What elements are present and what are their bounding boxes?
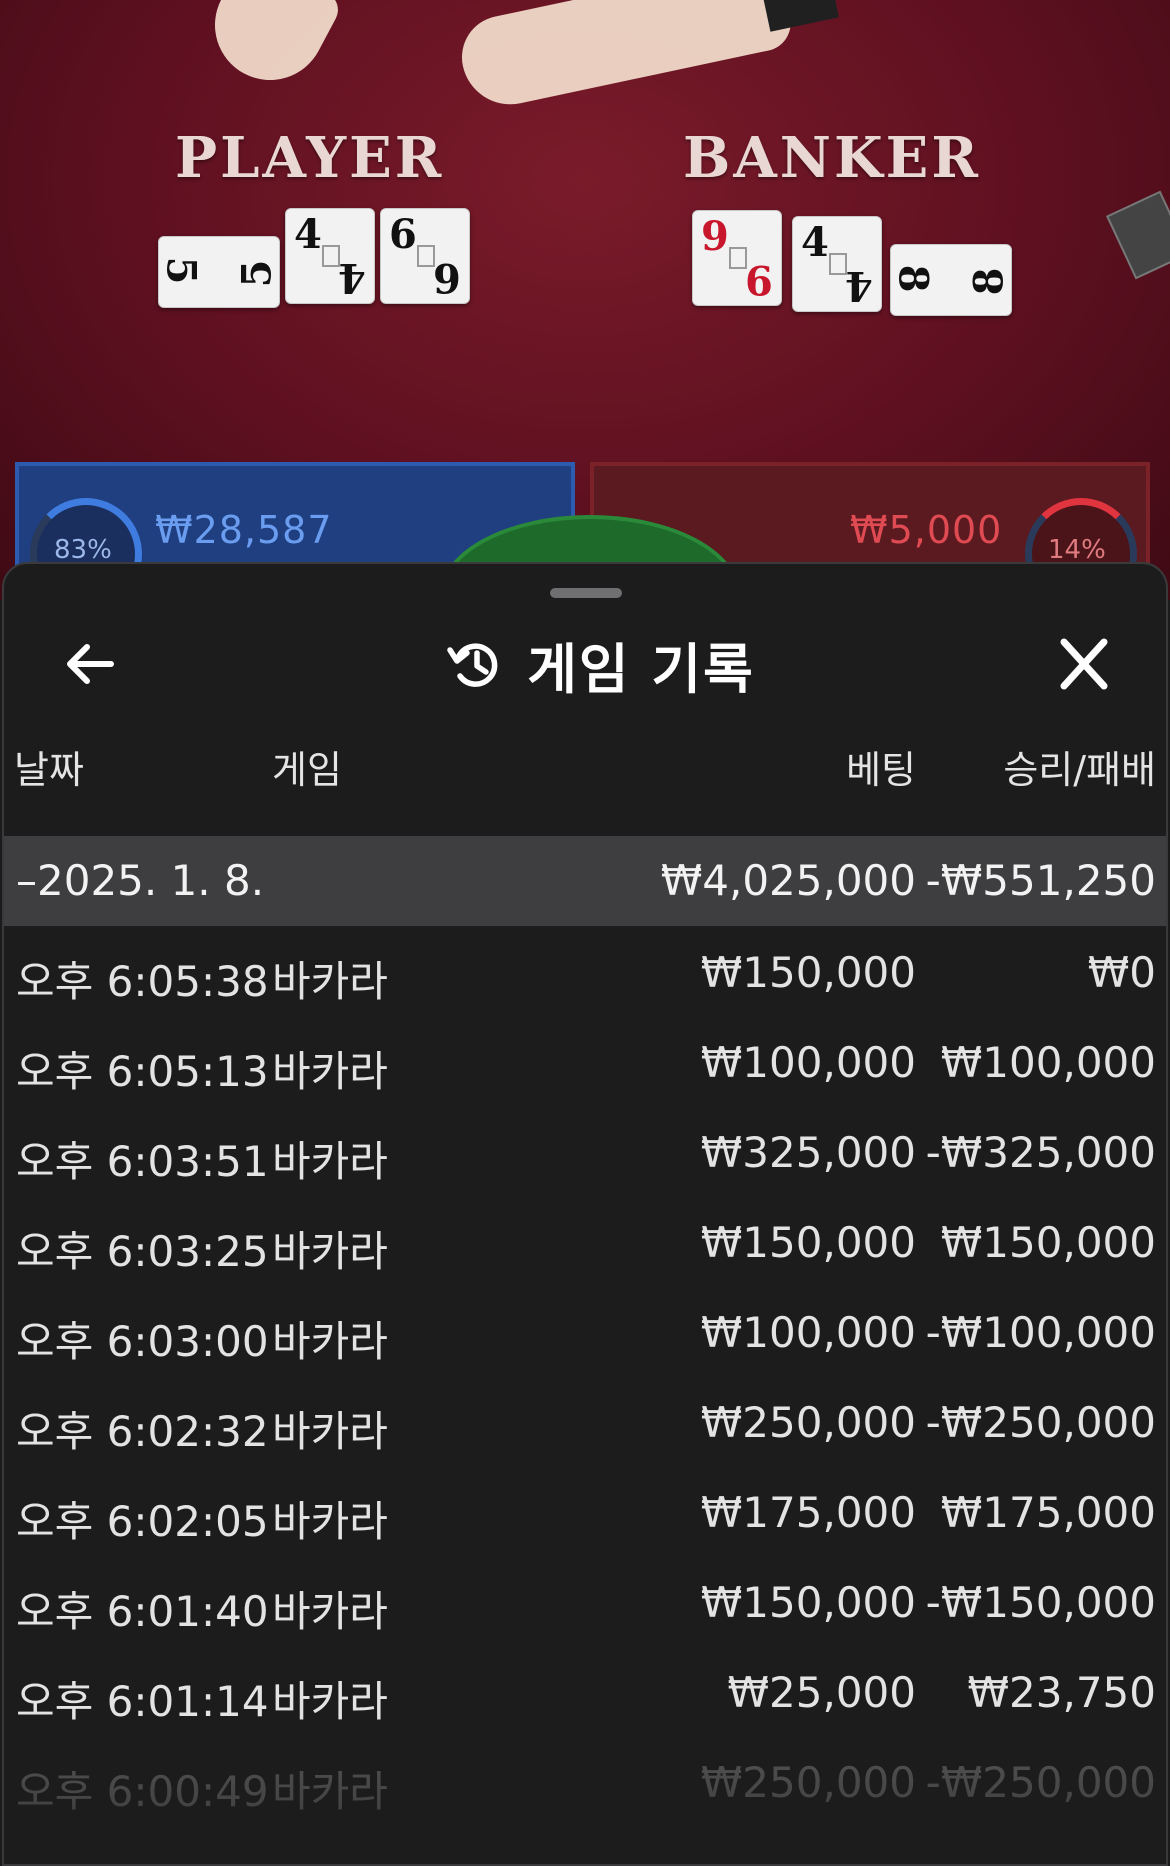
table-row[interactable]: 오후 6:03:00 바카라 ₩100,000 -₩100,000 <box>4 1286 1166 1376</box>
row-game: 바카라 <box>272 1137 388 1186</box>
row-bet: ₩250,000 <box>700 1758 916 1807</box>
sheet-drag-handle[interactable] <box>550 588 622 598</box>
row-result: -₩325,000 <box>925 1128 1156 1177</box>
row-game: 바카라 <box>272 1047 388 1096</box>
row-bet: ₩100,000 <box>700 1308 916 1357</box>
date-group-total-bet: ₩4,025,000 <box>660 856 916 905</box>
banker-bet-total: ₩5,000 <box>850 508 1003 552</box>
row-time: 오후 6:01:40 <box>16 1587 269 1636</box>
page-title: 게임 기록 <box>527 637 755 701</box>
table-row[interactable]: 오후 6:00:49 바카라 ₩250,000 -₩250,000 <box>4 1736 1166 1826</box>
dealer-sleeve <box>761 0 839 32</box>
row-game: 바카라 <box>272 1407 388 1456</box>
row-bet: ₩250,000 <box>700 1398 916 1447</box>
history-list: 오후 6:05:38 바카라 ₩150,000 ₩0 오후 6:05:13 바카… <box>4 926 1166 1826</box>
row-bet: ₩25,000 <box>727 1668 917 1717</box>
row-bet: ₩175,000 <box>700 1488 916 1537</box>
row-bet: ₩150,000 <box>700 1578 916 1627</box>
column-bet: 베팅 <box>846 748 916 792</box>
column-game: 게임 <box>272 748 342 792</box>
table-row[interactable]: 오후 6:02:05 바카라 ₩175,000 ₩175,000 <box>4 1466 1166 1556</box>
row-result: -₩150,000 <box>925 1578 1156 1627</box>
row-result: ₩175,000 <box>940 1488 1156 1537</box>
row-result: -₩250,000 <box>925 1398 1156 1447</box>
banker-card-2: 44 <box>792 216 882 312</box>
row-time: 오후 6:00:49 <box>16 1767 269 1816</box>
player-label: PLAYER <box>175 125 445 191</box>
player-card-1: 55 <box>157 236 281 308</box>
player-percent: 83% <box>54 535 112 565</box>
date-group-label: –2025. 1. 8. <box>16 856 265 905</box>
row-result: ₩100,000 <box>940 1038 1156 1087</box>
card-shoe <box>1106 190 1170 280</box>
row-time: 오후 6:03:51 <box>16 1137 269 1186</box>
row-game: 바카라 <box>272 1767 388 1816</box>
row-result: ₩23,750 <box>967 1668 1157 1717</box>
row-time: 오후 6:05:13 <box>16 1047 269 1096</box>
date-group-total-result: -₩551,250 <box>925 856 1156 905</box>
row-result: -₩100,000 <box>925 1308 1156 1357</box>
game-history-sheet: 게임 기록 날짜 게임 베팅 승리/패배 –2025. 1. 8. ₩4,025… <box>2 562 1168 1866</box>
row-game: 바카라 <box>272 1227 388 1276</box>
player-card-3: 66 <box>380 208 470 304</box>
history-icon <box>447 643 498 687</box>
banker-card-3: 88 <box>889 244 1013 316</box>
live-game-video: PLAYER BANKER 55 44 66 99 44 88 83% ₩28,… <box>0 0 1170 600</box>
close-icon <box>1060 638 1108 690</box>
row-time: 오후 6:02:05 <box>16 1497 269 1546</box>
table-row[interactable]: 오후 6:01:14 바카라 ₩25,000 ₩23,750 <box>4 1646 1166 1736</box>
row-game: 바카라 <box>272 957 388 1006</box>
row-time: 오후 6:03:25 <box>16 1227 269 1276</box>
table-row[interactable]: 오후 6:03:51 바카라 ₩325,000 -₩325,000 <box>4 1106 1166 1196</box>
close-button[interactable] <box>1049 634 1119 694</box>
row-game: 바카라 <box>272 1677 388 1726</box>
player-bet-total: ₩28,587 <box>155 508 333 552</box>
row-time: 오후 6:02:32 <box>16 1407 269 1456</box>
column-date: 날짜 <box>14 748 84 792</box>
row-result: ₩0 <box>1087 948 1156 997</box>
row-bet: ₩150,000 <box>700 1218 916 1267</box>
banker-card-1: 99 <box>692 210 782 306</box>
row-result: ₩150,000 <box>940 1218 1156 1267</box>
row-bet: ₩325,000 <box>700 1128 916 1177</box>
column-result: 승리/패배 <box>1003 748 1156 792</box>
row-result: -₩250,000 <box>925 1758 1156 1807</box>
row-time: 오후 6:05:38 <box>16 957 269 1006</box>
row-bet: ₩150,000 <box>700 948 916 997</box>
player-card-2: 44 <box>285 208 375 304</box>
table-row[interactable]: 오후 6:01:40 바카라 ₩150,000 -₩150,000 <box>4 1556 1166 1646</box>
row-bet: ₩100,000 <box>700 1038 916 1087</box>
table-row[interactable]: 오후 6:03:25 바카라 ₩150,000 ₩150,000 <box>4 1196 1166 1286</box>
row-time: 오후 6:01:14 <box>16 1677 269 1726</box>
row-game: 바카라 <box>272 1497 388 1546</box>
banker-percent: 14% <box>1048 535 1106 565</box>
table-row[interactable]: 오후 6:02:32 바카라 ₩250,000 -₩250,000 <box>4 1376 1166 1466</box>
table-row[interactable]: 오후 6:05:13 바카라 ₩100,000 ₩100,000 <box>4 1016 1166 1106</box>
dealer-hand-right <box>454 0 796 114</box>
banker-label: BANKER <box>683 125 981 191</box>
dealer-hand-left <box>195 0 345 100</box>
row-time: 오후 6:03:00 <box>16 1317 269 1366</box>
row-game: 바카라 <box>272 1587 388 1636</box>
table-row[interactable]: 오후 6:05:38 바카라 ₩150,000 ₩0 <box>4 926 1166 1016</box>
date-group-row[interactable]: –2025. 1. 8. ₩4,025,000 -₩551,250 <box>4 836 1166 926</box>
row-game: 바카라 <box>272 1317 388 1366</box>
sheet-header: 게임 기록 <box>4 624 1166 704</box>
table-header: 날짜 게임 베팅 승리/패배 <box>4 729 1166 799</box>
